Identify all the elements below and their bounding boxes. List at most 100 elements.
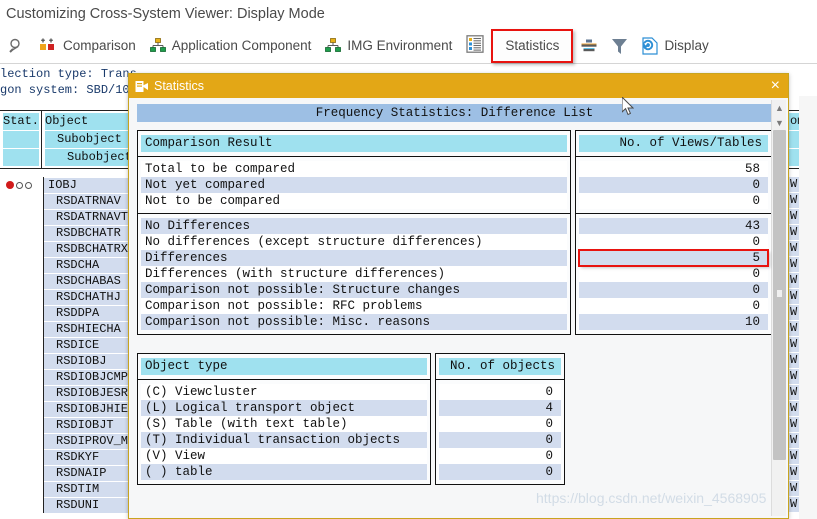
table-cell-value: 4 (439, 400, 561, 416)
comparison-group1-labels: Total to be compared Not yet compared Not … (141, 161, 567, 209)
table-row[interactable]: RSDKYF (0, 449, 128, 465)
table-cell-value: 0 (579, 298, 768, 314)
statistics-label: Statistics (505, 37, 560, 53)
table-cell-value: 0 (439, 384, 561, 400)
hierarchy-icon (325, 38, 342, 53)
table-row[interactable]: RSDIOBJHIE (0, 401, 128, 417)
table-cell-label: Comparison not possible: RFC problems (141, 298, 567, 314)
table-row[interactable]: RSDATRNAV (0, 193, 128, 209)
row-status (0, 385, 44, 401)
row-object-name: RSDIOBJT (44, 417, 128, 433)
row-status (0, 305, 44, 321)
table-row[interactable]: RSDATRNAVT (0, 209, 128, 225)
display-button[interactable]: Display (634, 31, 715, 61)
table-row[interactable]: RSDDPA (0, 305, 128, 321)
divider (138, 156, 570, 157)
table-row[interactable]: RSDHIECHA (0, 321, 128, 337)
scrollbar-thumb[interactable] (773, 130, 786, 460)
comparison-group2-labels: No Differences No differences (except str… (141, 218, 567, 330)
table-row[interactable]: RSDIOBJESR (0, 385, 128, 401)
table-row[interactable]: RSDCHABAS (0, 273, 128, 289)
comparison-result-right: No. of Views/Tables 58 0 0 43 0 5 0 0 0 10 (575, 130, 772, 335)
object-grid-header: Stat. Object Subobject Subobject (0, 111, 132, 169)
comparison-button[interactable]: Comparison (32, 31, 143, 61)
main-vertical-scrollbar[interactable] (799, 96, 817, 519)
divider (138, 379, 430, 380)
table-cell-value: 0 (579, 177, 768, 193)
search-tool[interactable] (2, 31, 32, 61)
row-status (0, 449, 44, 465)
object-grid-body: IOBJ RSDATRNAV RSDATRNAVT RSDBCHATR RSDBCHAT… (0, 169, 128, 518)
table-row[interactable]: RSDICE (0, 337, 128, 353)
table-cell-label: ( ) table (141, 464, 427, 480)
row-object-name: RSDCHA (44, 257, 128, 273)
statistics-button[interactable]: Statistics (491, 28, 574, 63)
dialog-body: Frequency Statistics: Difference List Co… (129, 98, 788, 518)
table-row[interactable]: RSDIOBJ (0, 353, 128, 369)
selection-type-line: lection type: Trans (0, 67, 137, 81)
table-cell-value: 5 (578, 249, 769, 267)
row-status (0, 401, 44, 417)
img-environment-label: IMG Environment (347, 37, 453, 53)
table-row[interactable]: RSDCHA (0, 257, 128, 273)
table-row[interactable]: RSDIOBJCMP (0, 369, 128, 385)
selection-info: lection type: Trans gon system: SBD/100 (0, 66, 137, 98)
comparison-result-table: Comparison Result Total to be compared No… (137, 130, 772, 335)
table-row[interactable]: RSDTIM (0, 481, 128, 497)
table-cell-label: Comparison not possible: Misc. reasons (141, 314, 567, 330)
object-type-header: Object type (141, 358, 427, 375)
row-status (0, 465, 44, 481)
dialog-vertical-scrollbar[interactable]: ▲ ▼ (771, 100, 786, 516)
scrollbar-grip (777, 290, 782, 297)
filter-icon (611, 38, 628, 54)
row-object-name: RSDATRNAVT (44, 209, 128, 225)
display-label: Display (664, 37, 709, 53)
table-cell-value: 0 (439, 416, 561, 432)
row-object-name: RSDCHATHJ (44, 289, 128, 305)
application-component-button[interactable]: Application Component (143, 31, 319, 61)
document-list-button[interactable] (459, 31, 491, 61)
comparison-result-left: Comparison Result Total to be compared No… (137, 130, 571, 335)
table-cell-label: Not yet compared (141, 177, 567, 193)
scroll-up-icon[interactable]: ▲ (772, 100, 787, 115)
table-row[interactable]: RSDIPROV_MA (0, 433, 128, 449)
table-row[interactable]: RSDUNI (0, 497, 128, 513)
object-type-right: No. of objects 040000 (435, 353, 565, 485)
sort-button[interactable] (573, 31, 604, 61)
document-list-icon (466, 35, 485, 56)
dialog-content: Frequency Statistics: Difference List Co… (137, 104, 772, 514)
table-cell-value: 0 (579, 282, 768, 298)
divider (138, 213, 570, 214)
stat-header-blank-1 (3, 131, 40, 148)
table-row[interactable]: RSDIOBJT (0, 417, 128, 433)
row-status (0, 417, 44, 433)
img-environment-button[interactable]: IMG Environment (318, 31, 459, 61)
table-row[interactable]: RSDNAIP (0, 465, 128, 481)
row-status (0, 209, 44, 225)
table-cell-label: Total to be compared (141, 161, 567, 177)
table-row[interactable]: IOBJ (0, 177, 128, 193)
row-object-name: RSDIOBJHIE (44, 401, 128, 417)
row-status (0, 321, 44, 337)
dialog-icon (135, 80, 148, 93)
page-title: Customizing Cross-System Viewer: Display… (0, 0, 817, 28)
row-object-name: RSDATRNAV (44, 193, 128, 209)
object-type-left: Object type (C) Viewcluster (L) Logical t… (137, 353, 431, 485)
row-object-name: RSDBCHATRXX (44, 241, 128, 257)
scroll-down-icon[interactable]: ▼ (772, 115, 787, 130)
status-dot-empty (16, 181, 23, 189)
table-row[interactable]: RSDBCHATR (0, 225, 128, 241)
filter-button[interactable] (604, 31, 634, 61)
row-status (0, 337, 44, 353)
subobject-header-1: Subobject (45, 131, 132, 148)
main-toolbar: Comparison Application Component IMG Env… (0, 28, 817, 64)
close-icon[interactable]: × (771, 76, 780, 96)
divider (576, 213, 771, 214)
table-row[interactable]: RSDCHATHJ (0, 289, 128, 305)
object-header-label: Object (45, 113, 132, 130)
table-row[interactable]: RSDBCHATRXX (0, 241, 128, 257)
row-status (0, 353, 44, 369)
refresh-icon (641, 37, 659, 55)
table-cell-label: Differences (with structure differences) (141, 266, 567, 282)
scrollbar-track[interactable] (772, 130, 786, 516)
